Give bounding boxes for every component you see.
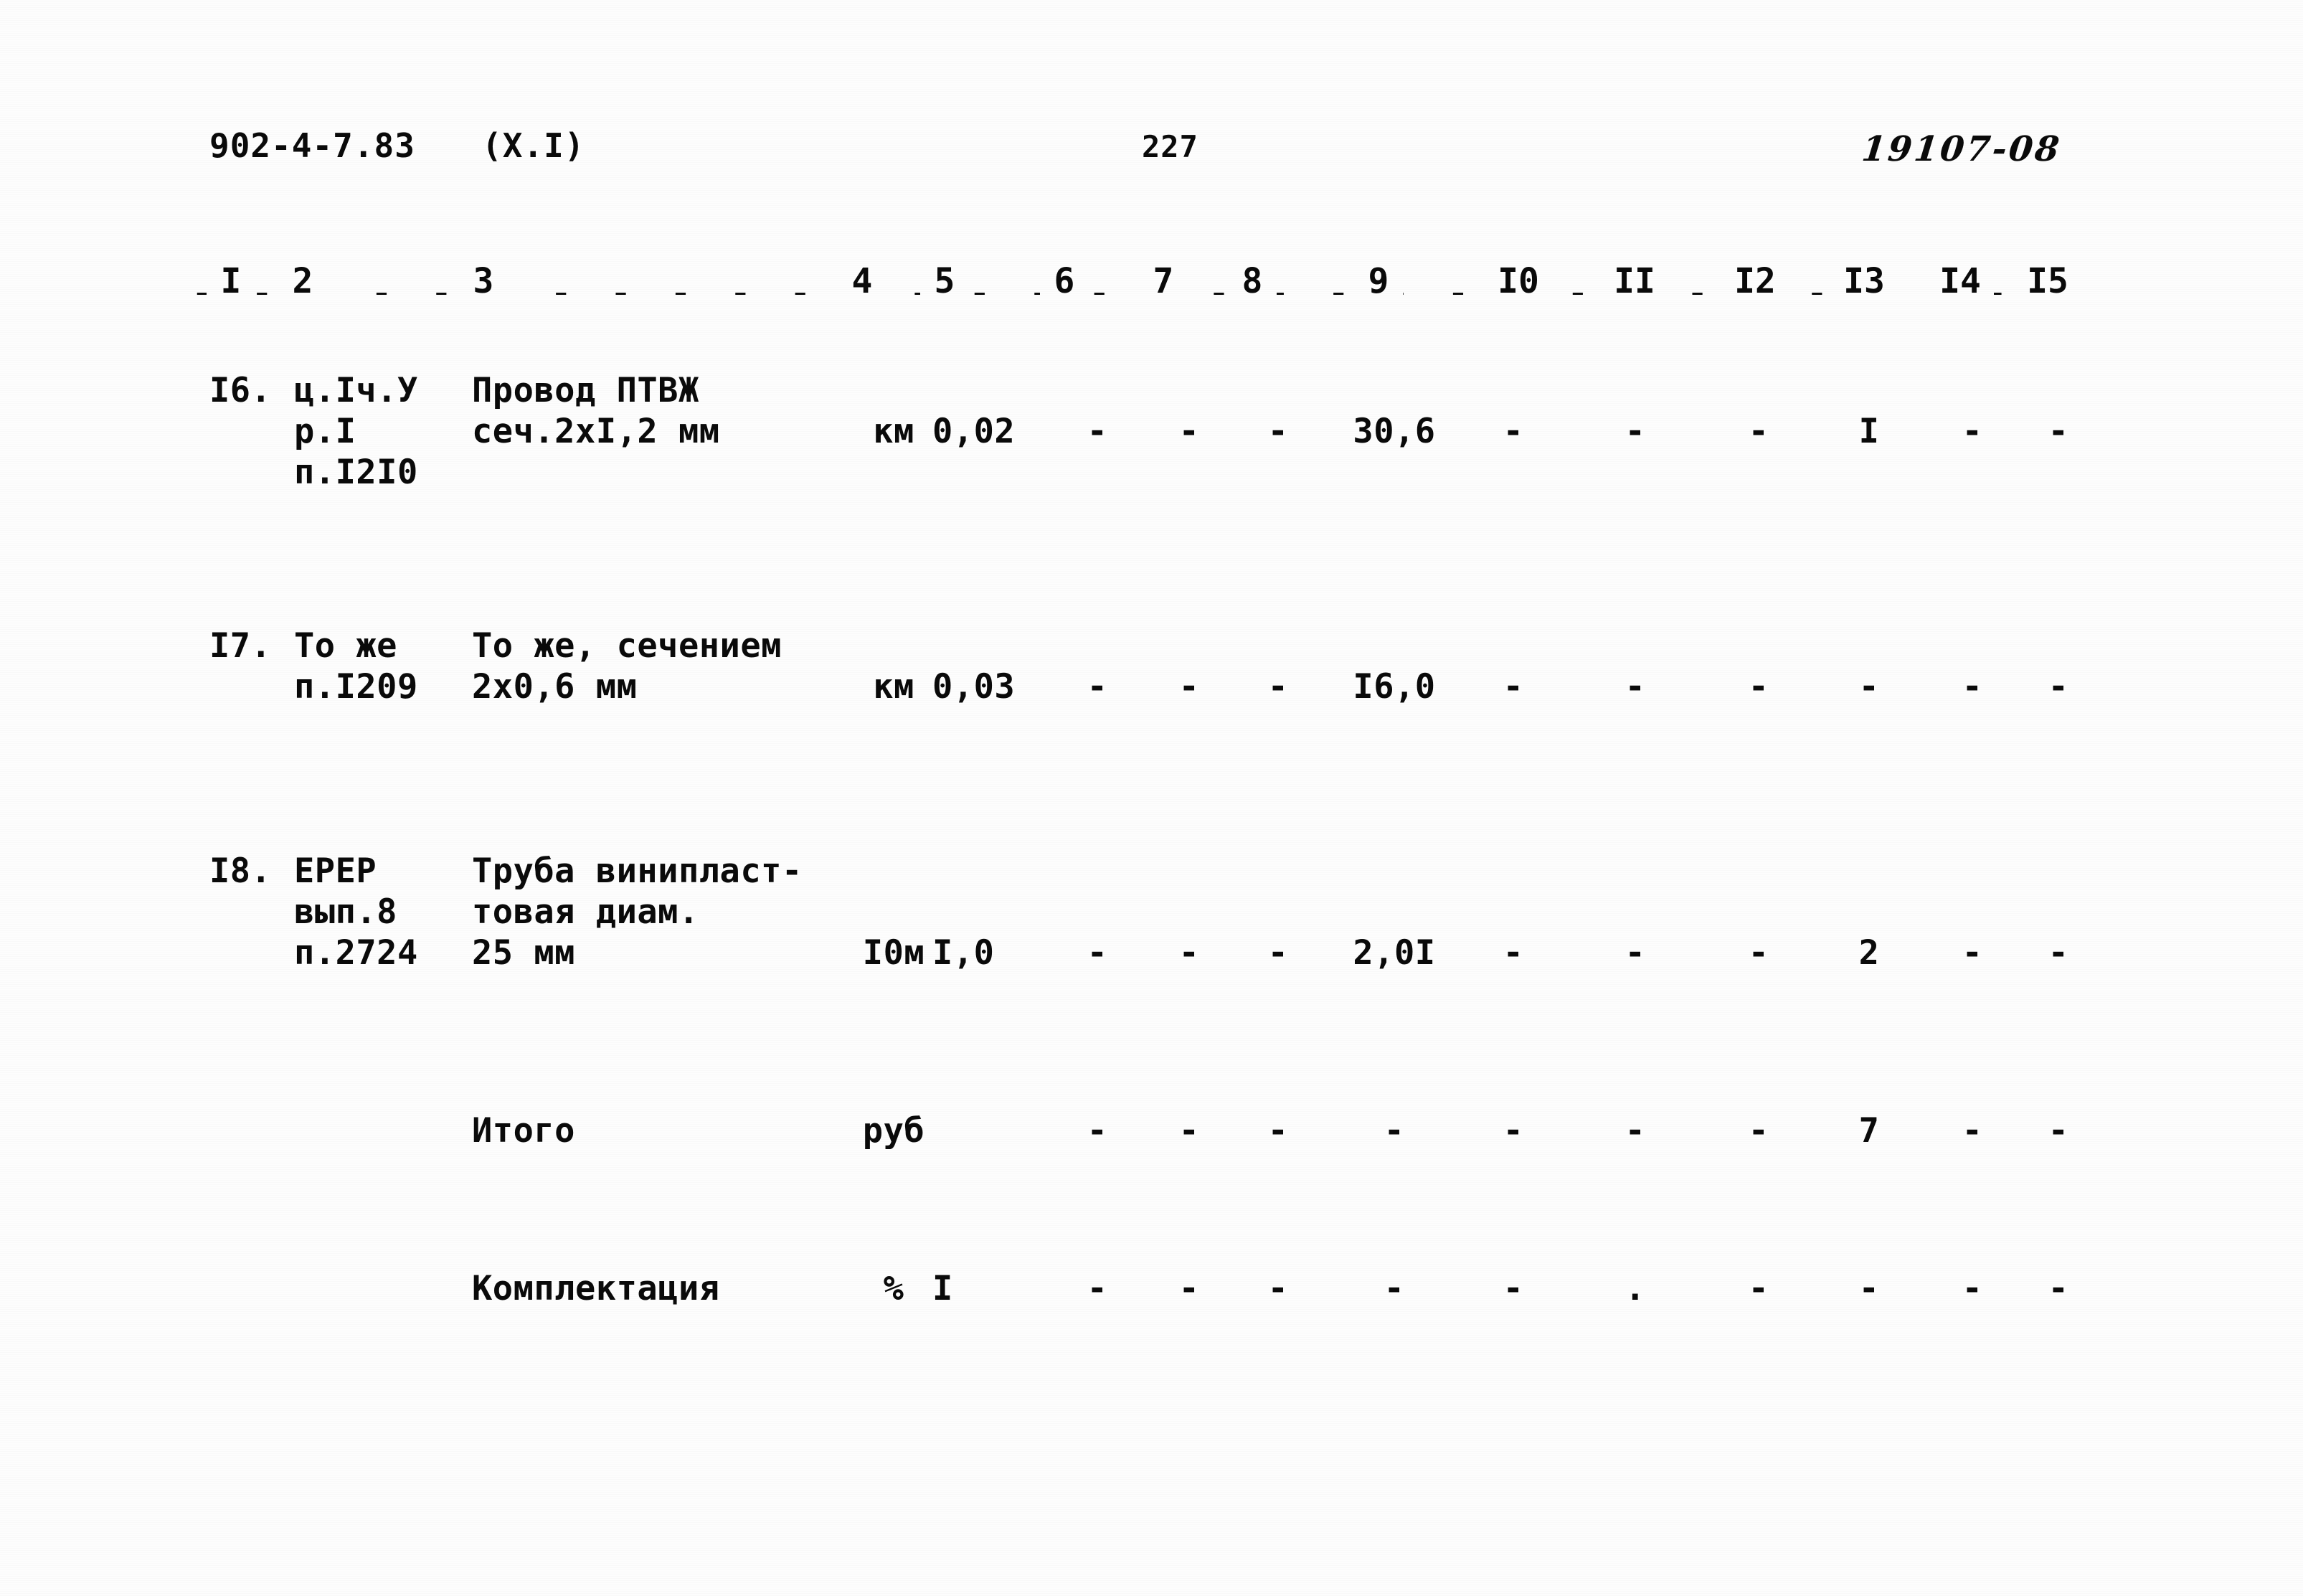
- total-value-7: -: [1178, 1111, 1200, 1151]
- row-value-5: I,0: [932, 933, 995, 973]
- row-value-7: -: [1178, 667, 1200, 707]
- completion-value-6: -: [1087, 1269, 1108, 1308]
- row-unit: I0м: [862, 933, 925, 973]
- row-value-8: -: [1267, 667, 1289, 707]
- row-value-12: -: [1748, 933, 1769, 973]
- row-value-7: -: [1178, 933, 1200, 973]
- total-value-8: -: [1267, 1111, 1289, 1151]
- row-value-9: 2,0I: [1353, 933, 1436, 973]
- completion-value-12: -: [1748, 1269, 1769, 1308]
- total-value-13: 7: [1858, 1111, 1880, 1151]
- row-value-9: 30,6: [1353, 412, 1436, 451]
- row-value-6: -: [1087, 412, 1108, 451]
- row-value-13: -: [1858, 667, 1880, 707]
- row-justification: ц.Iч.У р.I п.I2I0: [294, 371, 418, 492]
- row-name: Труба винипласт- товая диам. 25 мм: [472, 851, 803, 973]
- row-value-10: -: [1503, 412, 1524, 451]
- table-body: I6. ц.Iч.У р.I п.I2I0 Провод ПТВЖ сеч.2х…: [0, 0, 2303, 1596]
- total-value-6: -: [1087, 1111, 1108, 1151]
- row-value-6: -: [1087, 933, 1108, 973]
- completion-value-5: I: [932, 1269, 953, 1308]
- row-number: I8.: [209, 851, 272, 891]
- document-page: 902-4-7.83 (X.I) 227 19107-08 - - - - - …: [0, 0, 2303, 1596]
- row-value-10: -: [1503, 667, 1524, 707]
- row-value-13: 2: [1858, 933, 1880, 973]
- row-number: I6.: [209, 371, 272, 410]
- completion-value-11: .: [1625, 1269, 1646, 1308]
- row-value-11: -: [1625, 412, 1646, 451]
- row-justification: ЕРЕР вып.8 п.2724: [294, 851, 418, 973]
- row-value-10: -: [1503, 933, 1524, 973]
- row-name: То же, сечением 2х0,6 мм: [472, 626, 782, 707]
- row-value-5: 0,03: [932, 667, 1016, 707]
- row-value-15: -: [2048, 933, 2069, 973]
- total-unit: руб: [862, 1111, 925, 1151]
- row-value-12: -: [1748, 412, 1769, 451]
- total-value-10: -: [1503, 1111, 1524, 1151]
- completion-value-8: -: [1267, 1269, 1289, 1308]
- row-value-7: -: [1178, 412, 1200, 451]
- row-unit: км: [873, 667, 914, 707]
- row-value-12: -: [1748, 667, 1769, 707]
- row-value-6: -: [1087, 667, 1108, 707]
- total-value-9: -: [1384, 1111, 1405, 1151]
- total-value-14: -: [1962, 1111, 1983, 1151]
- row-name: Провод ПТВЖ сеч.2хI,2 мм: [472, 371, 720, 451]
- completion-value-13: -: [1858, 1269, 1880, 1308]
- completion-value-9: -: [1384, 1269, 1405, 1308]
- completion-unit: %: [883, 1269, 904, 1308]
- row-value-11: -: [1625, 933, 1646, 973]
- row-number: I7.: [209, 626, 272, 666]
- total-label: Итого: [472, 1111, 575, 1151]
- row-value-13: I: [1858, 412, 1880, 451]
- row-value-14: -: [1962, 933, 1983, 973]
- row-value-5: 0,02: [932, 412, 1016, 451]
- total-value-12: -: [1748, 1111, 1769, 1151]
- completion-label: Комплектация: [472, 1269, 720, 1308]
- row-value-15: -: [2048, 667, 2069, 707]
- total-value-15: -: [2048, 1111, 2069, 1151]
- completion-value-7: -: [1178, 1269, 1200, 1308]
- row-value-11: -: [1625, 667, 1646, 707]
- row-justification: То же п.I209: [294, 626, 418, 707]
- completion-value-14: -: [1962, 1269, 1983, 1308]
- row-value-14: -: [1962, 412, 1983, 451]
- row-value-8: -: [1267, 933, 1289, 973]
- row-value-14: -: [1962, 667, 1983, 707]
- row-value-15: -: [2048, 412, 2069, 451]
- row-value-8: -: [1267, 412, 1289, 451]
- completion-value-15: -: [2048, 1269, 2069, 1308]
- total-value-11: -: [1625, 1111, 1646, 1151]
- completion-value-10: -: [1503, 1269, 1524, 1308]
- row-unit: км: [873, 412, 914, 451]
- row-value-9: I6,0: [1353, 667, 1436, 707]
